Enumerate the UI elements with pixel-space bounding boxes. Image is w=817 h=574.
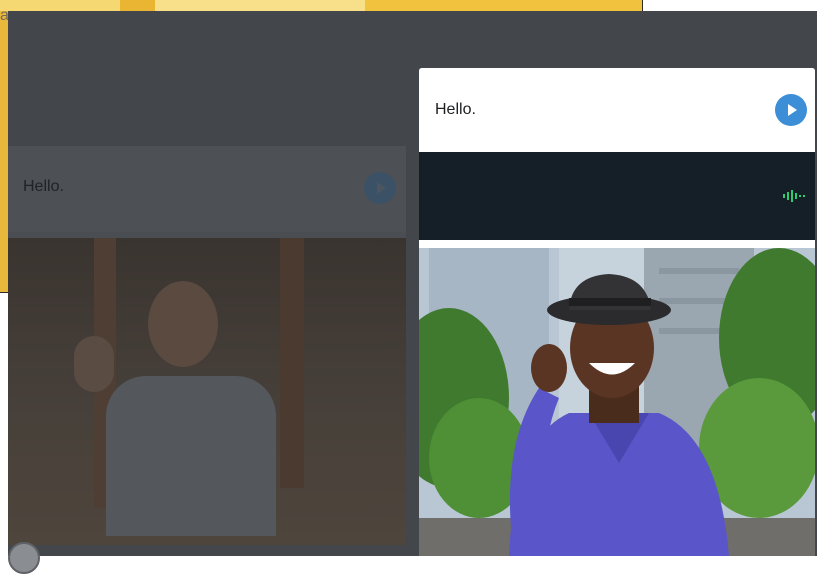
background-header-segment [120, 0, 155, 11]
active-lesson-card: Hello. [419, 68, 815, 556]
photo-window-frame [280, 238, 304, 488]
background-header-segment [365, 0, 642, 11]
background-header-segment [0, 0, 120, 11]
dimmed-play-button [364, 172, 396, 204]
prompt-row: Hello. [419, 68, 815, 152]
play-icon [377, 182, 386, 194]
dimmed-lesson-card: Hello. [8, 146, 406, 545]
background-side-band [0, 11, 8, 292]
photo-person-head [148, 281, 218, 367]
bottom-corner-avatar-icon[interactable] [8, 542, 40, 574]
dimmed-prompt-text: Hello. [23, 178, 64, 195]
play-audio-button[interactable] [775, 94, 807, 126]
play-icon [788, 104, 797, 116]
photo-person-body [106, 376, 276, 536]
audio-playback-bar[interactable] [419, 152, 815, 240]
lesson-photo [419, 248, 815, 556]
audio-waveform-icon [783, 190, 805, 202]
prompt-text: Hello. [435, 101, 476, 118]
lesson-photo-illustration [419, 248, 815, 556]
photo-waving-hand [74, 336, 114, 392]
background-header-segment [155, 0, 365, 11]
dimmed-prompt-row: Hello. [8, 146, 406, 232]
